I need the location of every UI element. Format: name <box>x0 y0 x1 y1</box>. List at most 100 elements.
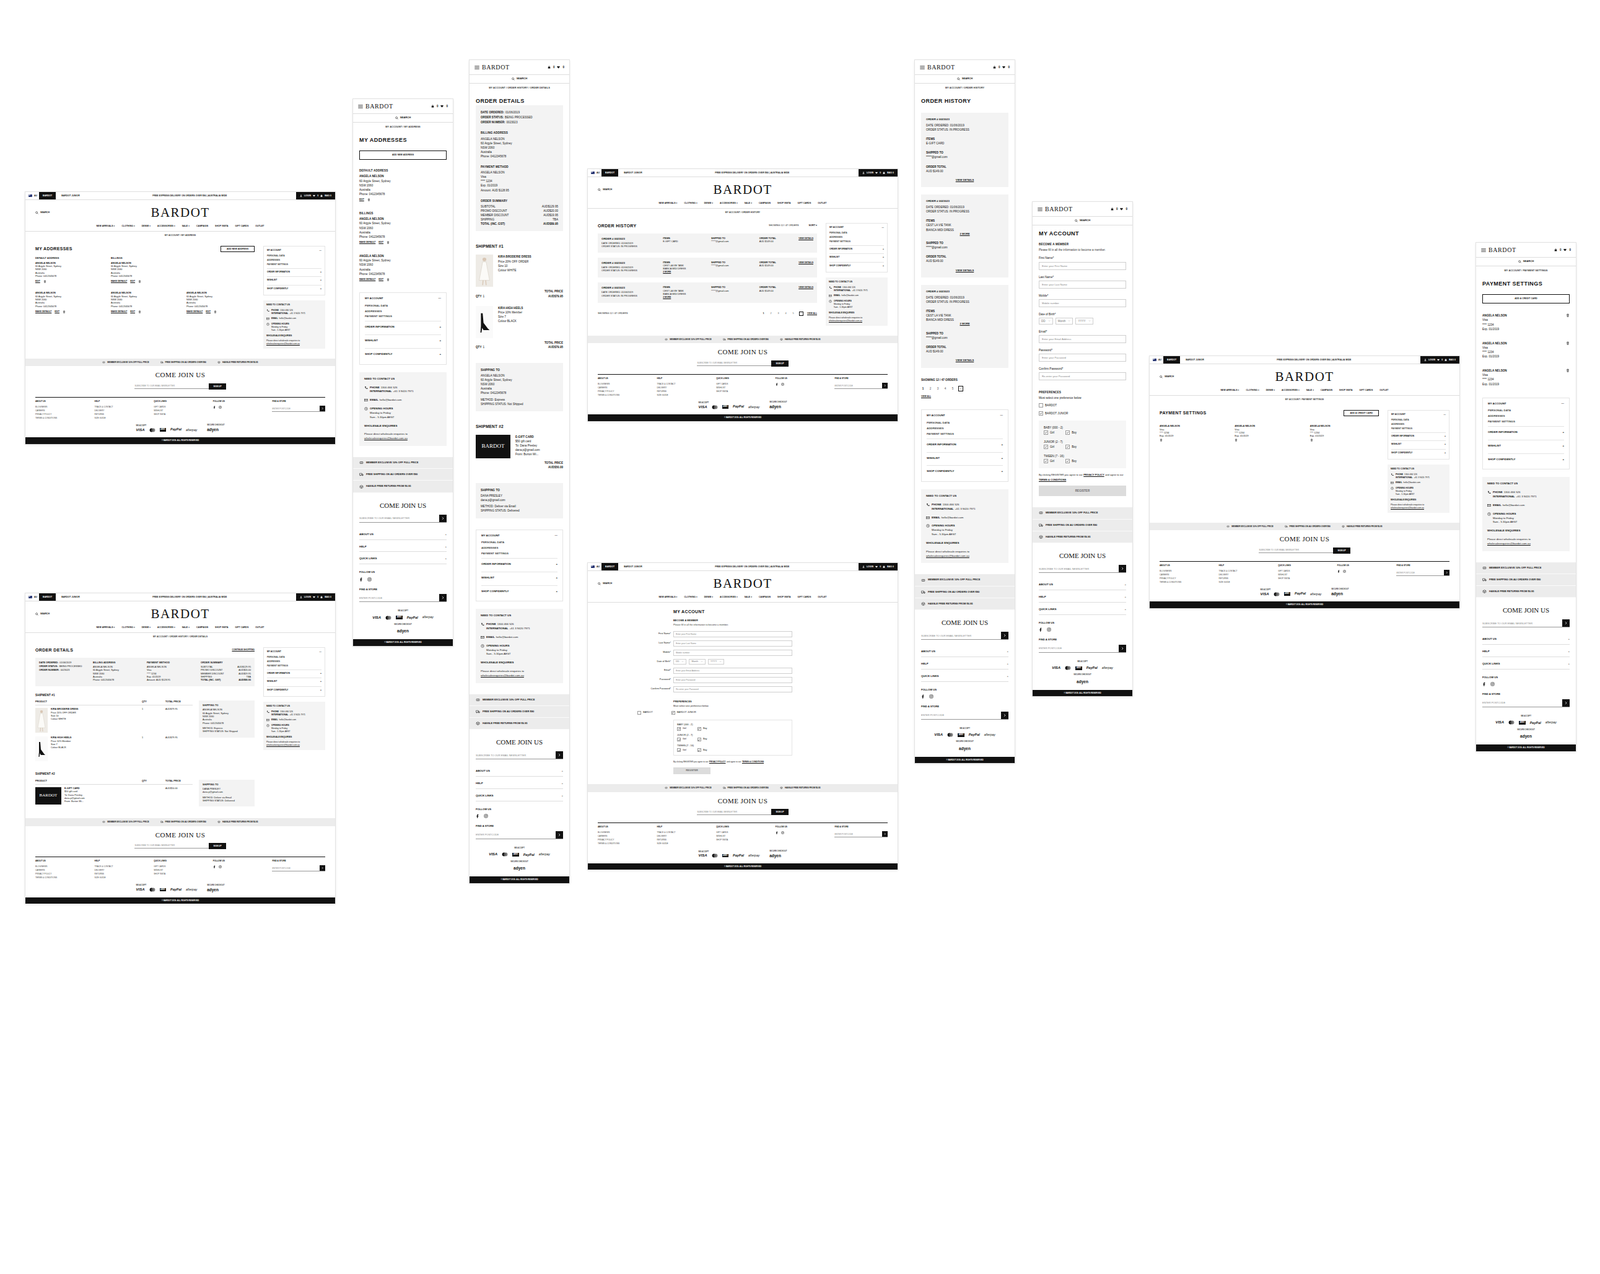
bag-icon[interactable] <box>320 595 323 599</box>
brand-tab[interactable]: BARDOT <box>1163 356 1181 364</box>
nav-item[interactable]: SHOP INSTA <box>777 595 791 599</box>
collapse-toggle[interactable]: — <box>882 226 884 230</box>
facebook-icon[interactable] <box>775 831 779 835</box>
footer-accordion[interactable]: QUICK LINKS+ <box>1482 657 1570 670</box>
expand-icon[interactable]: + <box>320 287 322 291</box>
checkbox[interactable] <box>1038 403 1044 408</box>
checkbox[interactable] <box>697 727 702 731</box>
footer-link[interactable]: WISHLIST <box>153 869 207 872</box>
footer-link[interactable]: SHOP INSTA <box>1277 577 1332 580</box>
menu-item[interactable]: PAYMENT SETTINGS <box>481 551 558 557</box>
menu-item[interactable]: PERSONAL DATA <box>1487 408 1565 414</box>
tab-label[interactable]: BARDOT <box>605 171 615 175</box>
trash-icon[interactable] <box>1234 438 1238 442</box>
collapse-toggle[interactable]: — <box>555 533 558 539</box>
page-link[interactable]: 4 <box>784 312 788 316</box>
nav-item[interactable]: CLOTHING ▾ <box>1245 389 1259 393</box>
page-link[interactable]: 1 <box>921 386 925 391</box>
footer-link[interactable]: CAREERS <box>1159 573 1213 577</box>
nav-item[interactable]: CLOTHING ▾ <box>121 224 135 228</box>
phone-number[interactable]: +61 3 9420 7971 <box>289 312 306 316</box>
search-label[interactable]: SEARCH <box>1523 259 1535 264</box>
footer-link[interactable]: RETURNS <box>1219 577 1273 580</box>
footer-link[interactable]: CAREERS <box>35 409 89 412</box>
product-name[interactable]: KIRA HIGH HEELS <box>498 306 564 311</box>
group-option[interactable]: Boy <box>697 737 708 742</box>
menu-item[interactable]: PAYMENT SETTINGS <box>926 431 1003 438</box>
address-action[interactable]: EDIT <box>359 198 365 202</box>
footer-link[interactable]: RETURNS <box>657 838 711 842</box>
expand-icon[interactable]: + <box>439 325 442 330</box>
heart-icon[interactable] <box>875 171 878 175</box>
bag-icon[interactable] <box>992 65 997 69</box>
menu-item[interactable]: PAYMENT SETTINGS <box>829 239 884 245</box>
menu-item[interactable]: ADDRESSES <box>926 426 1003 432</box>
footer-link[interactable]: WISHLIST <box>1277 573 1332 577</box>
email-link[interactable]: wholesaleenquiries@bardot.com.au <box>1487 542 1565 547</box>
bag-icon[interactable] <box>1554 248 1558 252</box>
accordion-title[interactable]: QUICK LINKS <box>475 794 494 799</box>
instagram-icon[interactable] <box>367 577 372 582</box>
menu-item[interactable]: PERSONAL DATA <box>364 303 442 310</box>
checkbox[interactable] <box>1065 459 1070 464</box>
facebook-icon[interactable] <box>921 694 926 699</box>
group-option[interactable]: Girl <box>677 727 687 731</box>
checkbox[interactable] <box>697 748 702 752</box>
instagram-icon[interactable] <box>218 865 222 869</box>
legal-link[interactable]: PRIVACY POLICY <box>709 760 726 764</box>
menu-section[interactable]: WISHLIST+ <box>266 276 322 284</box>
region-label[interactable]: AU <box>596 171 600 175</box>
brand-tab[interactable]: BARDOT <box>39 192 56 200</box>
section-label[interactable]: SHOP CONFIDENTLY <box>1391 451 1413 455</box>
search-box[interactable]: SEARCH <box>1476 257 1576 267</box>
view-all-link[interactable]: VIEW ALL <box>921 395 932 399</box>
menu-item[interactable]: PAYMENT SETTINGS <box>1391 426 1446 432</box>
footer-link[interactable]: GIFT CARDS <box>716 831 770 834</box>
newsletter-field[interactable] <box>1038 565 1119 573</box>
collapse-toggle[interactable]: — <box>1000 413 1003 419</box>
brand-tab[interactable]: BARDOT JUNIOR <box>620 563 647 571</box>
instagram-icon[interactable] <box>483 813 489 819</box>
facebook-icon[interactable] <box>1038 627 1044 632</box>
brand-tab[interactable]: BARDOT JUNIOR <box>57 593 84 601</box>
accordion-title[interactable]: HELP <box>475 781 484 787</box>
bag-icon[interactable] <box>1444 358 1447 362</box>
phone-number[interactable]: +61 3 9420 7971 <box>851 289 868 293</box>
collapse-toggle[interactable]: — <box>319 249 322 253</box>
submit-button[interactable] <box>1562 699 1570 707</box>
view-details-link[interactable]: VIEW DETAILS <box>798 261 814 265</box>
breadcrumb[interactable]: MY ACCOUNT / PAYMENT SETTINGS <box>1476 266 1576 277</box>
footer-link[interactable]: WISHLIST <box>153 409 207 412</box>
breadcrumb[interactable]: MY ACCOUNT / MY ADDRESS <box>25 231 336 240</box>
expand-icon[interactable]: + <box>1567 649 1570 655</box>
postcode-field[interactable] <box>1482 699 1563 707</box>
search-label[interactable]: SEARCH <box>602 188 613 192</box>
tab-label[interactable]: BARDOT JUNIOR <box>623 171 643 175</box>
expand-icon[interactable]: + <box>1567 637 1570 642</box>
facebook-icon[interactable] <box>1482 681 1487 687</box>
email-link[interactable]: wholesaleenquiries@bardot.com.au <box>926 554 1004 559</box>
bag-icon[interactable] <box>882 171 886 175</box>
footer-link[interactable]: TERMS & CONDITIONS <box>35 416 89 420</box>
nav-item[interactable]: OUTLET <box>1379 389 1389 393</box>
nav-item[interactable]: SHOP INSTA <box>1339 389 1353 393</box>
address-action[interactable]: EDIT <box>130 279 136 284</box>
menu-section[interactable]: SHOP CONFIDENTLY+ <box>266 284 322 293</box>
section-label[interactable]: SHOP CONFIDENTLY <box>364 352 393 357</box>
group-option[interactable]: Girl <box>1043 459 1055 464</box>
region-label[interactable]: AU <box>1158 358 1162 362</box>
legal-link[interactable]: PRIVACY POLICY <box>1083 473 1104 477</box>
expand-icon[interactable]: + <box>561 769 564 774</box>
submit-button[interactable] <box>319 865 326 871</box>
legal-link[interactable]: TERMS & CONDITIONS <box>1038 478 1067 482</box>
instagram-icon[interactable] <box>218 405 222 409</box>
footer-accordion[interactable]: QUICK LINKS+ <box>921 669 1009 682</box>
nav-item[interactable]: ACCESSORIES ▾ <box>157 224 176 228</box>
trash-icon[interactable] <box>386 278 390 282</box>
user-icon[interactable] <box>862 565 865 569</box>
footer-link[interactable]: PRIVACY POLICY <box>1159 577 1213 580</box>
accordion-title[interactable]: ABOUT US <box>475 769 490 774</box>
expand-icon[interactable]: + <box>1562 430 1565 435</box>
accordion-title[interactable]: ABOUT US <box>359 532 374 538</box>
menu-item[interactable]: PAYMENT SETTINGS <box>266 664 322 669</box>
